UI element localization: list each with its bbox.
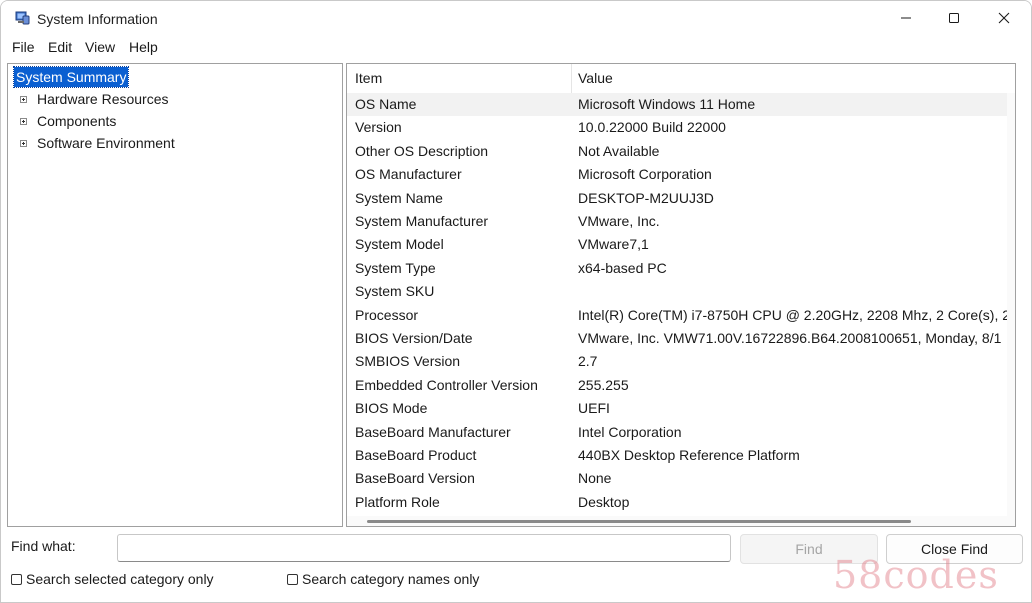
cell-item: System SKU (355, 283, 435, 300)
cell-value: VMware, Inc. (578, 213, 660, 229)
table-row[interactable]: Platform Role Desktop (347, 491, 1009, 514)
table-row[interactable]: Version 10.0.22000 Build 22000 (347, 116, 1009, 139)
vertical-scrollbar[interactable] (1007, 93, 1015, 518)
search-selected-category-label: Search selected category only (26, 571, 214, 587)
cell-item: OS Manufacturer (355, 166, 462, 183)
cell-item: BaseBoard Version (355, 470, 475, 487)
title-bar: System Information (1, 1, 1031, 35)
details-list[interactable]: Item Value OS Name Microsoft Windows 11 H… (346, 63, 1016, 527)
expand-hardware-resources-icon[interactable] (20, 96, 27, 103)
table-row[interactable]: Other OS Description Not Available (347, 140, 1009, 163)
table-row[interactable]: Embedded Controller Version 255.255 (347, 374, 1009, 397)
cell-item: System Type (355, 259, 436, 276)
menu-help[interactable]: Help (129, 39, 158, 55)
table-row[interactable]: OS Name Microsoft Windows 11 Home (347, 93, 1009, 116)
tree-item-components[interactable]: Components (37, 111, 116, 131)
cell-value: VMware7,1 (578, 236, 649, 253)
menu-edit[interactable]: Edit (48, 39, 72, 55)
cell-value: DESKTOP-M2UUJ3D (578, 189, 714, 206)
minimize-icon (901, 17, 911, 19)
find-what-label: Find what: (11, 538, 76, 554)
checkbox-box[interactable] (287, 573, 298, 585)
cell-value: VMware, Inc. VMW71.00V.16722896.B64.2008… (578, 330, 1002, 346)
table-row[interactable]: BaseBoard Manufacturer Intel Corporation (347, 421, 1009, 444)
tree-item-system-summary[interactable]: System Summary (12, 66, 130, 88)
column-header-item[interactable]: Item (355, 70, 382, 86)
cell-value: 255.255 (578, 376, 629, 393)
cell-item: Processor (355, 306, 419, 323)
window-title: System Information (37, 11, 158, 27)
cell-value: UEFI (578, 400, 610, 417)
cell-item: Other OS Description (355, 142, 489, 159)
cell-value: 2.7 (578, 353, 598, 370)
cell-item: BaseBoard Product (355, 447, 477, 463)
find-what-input[interactable] (117, 534, 731, 562)
checkbox-box[interactable] (11, 573, 22, 585)
search-category-names-label: Search category names only (302, 571, 480, 587)
minimize-button[interactable] (883, 1, 929, 35)
expand-components-icon[interactable] (20, 118, 27, 125)
cell-value: Microsoft Corporation (578, 166, 712, 183)
cell-item: Platform Role (355, 493, 440, 510)
cell-item: SMBIOS Version (355, 353, 461, 370)
cell-item: BIOS Version/Date (355, 330, 473, 346)
maximize-button[interactable] (931, 1, 977, 35)
cell-value: x64-based PC (578, 259, 667, 276)
cell-item: Version (355, 119, 402, 136)
search-category-names-checkbox[interactable]: Search category names only (287, 571, 479, 587)
system-info-app-icon (15, 10, 31, 26)
cell-item: BaseBoard Manufacturer (355, 423, 511, 440)
table-row[interactable]: Processor Intel(R) Core(TM) i7-8750H CPU … (347, 304, 1011, 327)
table-row[interactable]: BaseBoard Version None (347, 467, 1009, 490)
close-window-button[interactable] (981, 1, 1027, 35)
table-row[interactable]: System SKU (347, 280, 1009, 303)
tree-item-hardware-resources[interactable]: Hardware Resources (37, 89, 169, 109)
cell-value: Intel(R) Core(TM) i7-8750H CPU @ 2.20GHz… (578, 306, 1011, 323)
maximize-icon (949, 13, 959, 23)
watermark: 58codes (833, 553, 999, 597)
close-icon (998, 12, 1010, 24)
horizontal-scroll-thumb[interactable] (367, 520, 911, 523)
menu-bar: File Edit View Help (1, 36, 1031, 58)
cell-item: BIOS Mode (355, 400, 428, 417)
expand-software-environment-icon[interactable] (20, 140, 27, 147)
table-row[interactable]: System Model VMware7,1 (347, 233, 1009, 256)
cell-value: Intel Corporation (578, 423, 682, 440)
list-header: Item Value (347, 64, 1015, 94)
cell-item: System Manufacturer (355, 213, 489, 229)
cell-value: None (578, 470, 612, 487)
table-row[interactable]: System Manufacturer VMware, Inc. (347, 210, 1009, 233)
table-row[interactable]: SMBIOS Version 2.7 (347, 350, 1009, 373)
table-row[interactable]: BIOS Version/Date VMware, Inc. VMW71.00V.… (347, 327, 1009, 350)
cell-item: System Model (355, 236, 444, 253)
cell-item: Embedded Controller Version (355, 376, 538, 393)
table-row[interactable]: System Name DESKTOP-M2UUJ3D (347, 187, 1009, 210)
category-tree[interactable]: System Summary Hardware Resources Compon… (7, 63, 343, 527)
tree-item-software-environment[interactable]: Software Environment (37, 133, 175, 153)
cell-item: OS Name (355, 96, 417, 112)
cell-value: 10.0.22000 Build 22000 (578, 119, 726, 136)
horizontal-scrollbar[interactable] (347, 516, 1015, 526)
cell-value: Desktop (578, 493, 630, 510)
column-divider[interactable] (571, 64, 572, 93)
search-selected-category-checkbox[interactable]: Search selected category only (11, 571, 214, 587)
menu-view[interactable]: View (85, 39, 115, 55)
table-row[interactable]: BIOS Mode UEFI (347, 397, 1009, 420)
column-header-value[interactable]: Value (578, 70, 613, 86)
cell-item: System Name (355, 189, 443, 206)
cell-value: 440BX Desktop Reference Platform (578, 447, 800, 463)
cell-value: Not Available (578, 142, 660, 159)
table-row[interactable]: System Type x64-based PC (347, 257, 1009, 280)
table-row[interactable]: BaseBoard Product 440BX Desktop Reference… (347, 444, 1009, 467)
table-row[interactable]: OS Manufacturer Microsoft Corporation (347, 163, 1009, 186)
system-information-window: System Information File Edit View Help S… (0, 0, 1032, 603)
cell-value: Microsoft Windows 11 Home (578, 96, 756, 112)
menu-file[interactable]: File (12, 39, 35, 55)
